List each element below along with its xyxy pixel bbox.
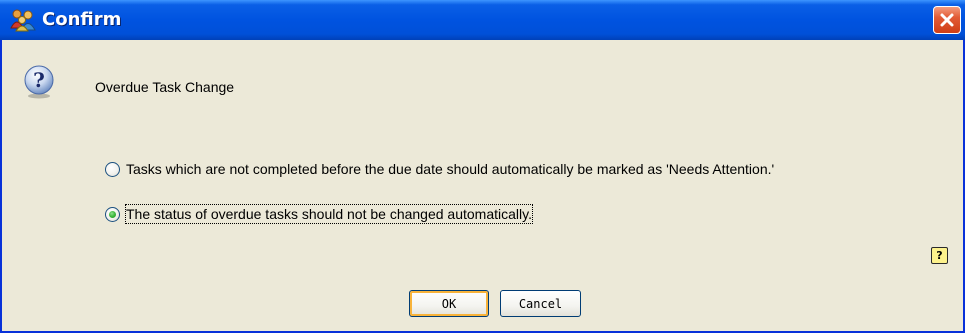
question-icon: ? xyxy=(24,65,54,99)
option-auto-mark-radio[interactable] xyxy=(105,161,120,177)
option-no-change-row[interactable]: The status of overdue tasks should not b… xyxy=(105,204,533,224)
option-auto-mark-row[interactable]: Tasks which are not completed before the… xyxy=(105,160,774,178)
radio-selected-dot xyxy=(109,210,116,218)
help-button[interactable]: ? xyxy=(931,247,948,264)
option-auto-mark-label[interactable]: Tasks which are not completed before the… xyxy=(126,160,774,178)
option-no-change-label[interactable]: The status of overdue tasks should not b… xyxy=(125,204,533,224)
cancel-button[interactable]: Cancel xyxy=(500,290,581,317)
app-people-icon xyxy=(10,9,36,32)
window-title: Confirm xyxy=(42,9,122,30)
dialog-heading: Overdue Task Change xyxy=(95,79,235,95)
close-icon xyxy=(940,13,954,27)
close-button[interactable] xyxy=(933,6,961,34)
confirm-dialog: Confirm ? Overdue Task Change Tasks whic… xyxy=(0,0,965,333)
svg-text:?: ? xyxy=(33,68,45,92)
title-bar[interactable]: Confirm xyxy=(0,0,965,40)
option-no-change-radio[interactable] xyxy=(105,206,120,222)
ok-button[interactable]: OK xyxy=(409,290,489,317)
